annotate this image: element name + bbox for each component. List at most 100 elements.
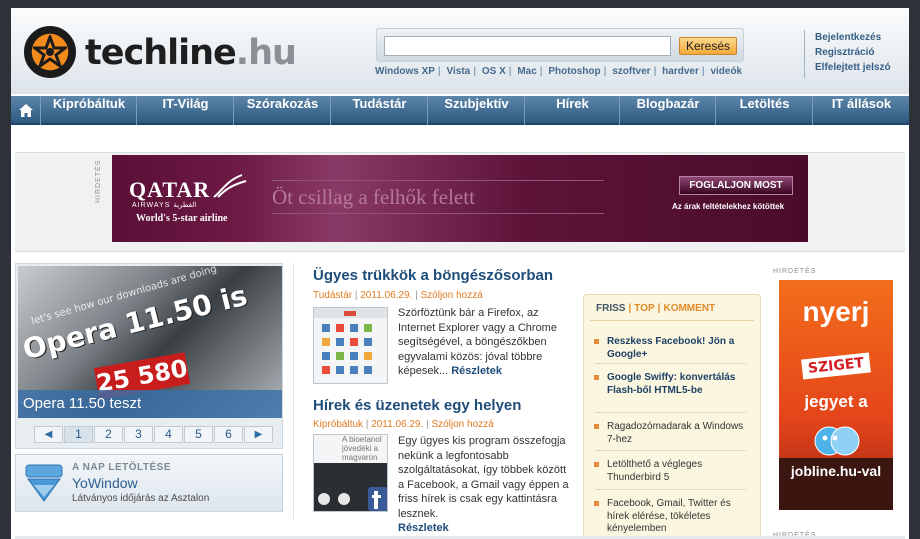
tab-friss[interactable]: FRISS: [596, 303, 625, 314]
sziget-ad-line3: jobline.hu-val: [790, 463, 882, 479]
slider-next-button[interactable]: ▶: [244, 426, 273, 443]
news-separator: [596, 450, 746, 451]
article-category[interactable]: Tudástár: [313, 290, 352, 301]
nav-item-tudastar[interactable]: Tudástár: [332, 96, 428, 125]
nav-item-it-vilag[interactable]: IT-Világ: [138, 96, 234, 125]
home-icon[interactable]: [11, 96, 41, 125]
quick-link-szoftver[interactable]: szoftver: [612, 66, 650, 77]
account-links: Bejelentkezés Regisztráció Elfelejtett j…: [804, 30, 891, 78]
search-box: Keresés: [376, 28, 744, 62]
page: techline.hu Keresés Windows XP | Vista | O…: [11, 8, 909, 539]
search-button[interactable]: Keresés: [679, 37, 737, 55]
quick-link-os-x[interactable]: OS X: [482, 66, 506, 77]
thumbnail-text: A bioetanol jövedéki a magvaron: [342, 435, 382, 462]
separator: |: [508, 66, 512, 77]
tab-top[interactable]: TOP: [634, 303, 654, 314]
nav-item-letoltes[interactable]: Letöltés: [717, 96, 813, 125]
register-link[interactable]: Regisztráció: [815, 45, 891, 60]
qatar-airways-ad[interactable]: QATAR AIRWAYS القطرية World's 5-star air…: [112, 155, 808, 242]
nav-item-szorakozas[interactable]: Szórakozás: [235, 96, 331, 125]
slider-page-3[interactable]: 3: [124, 426, 153, 443]
tabs-divider: [590, 320, 754, 321]
quick-link-windows-xp[interactable]: Windows XP: [375, 66, 435, 77]
slider-page-1[interactable]: 1: [64, 426, 93, 443]
separator: |: [628, 303, 632, 314]
separator: |: [603, 66, 607, 77]
search-input[interactable]: [384, 36, 671, 56]
download-title[interactable]: YoWindow: [72, 475, 138, 491]
download-of-the-day[interactable]: A NAP LETÖLTÉSE YoWindow Látványos időjá…: [15, 454, 283, 512]
slider-page-2[interactable]: 2: [94, 426, 123, 443]
nav-item-kiprobaltuk[interactable]: Kipróbáltuk: [42, 96, 137, 125]
slide-caption-bar: Opera 11.50 teszt: [18, 390, 282, 418]
article-more-link[interactable]: Részletek: [398, 522, 449, 534]
column-divider: [293, 263, 294, 519]
separator: |: [539, 66, 543, 77]
slider-pager: ◀ 1 2 3 4 5 6 ▶: [34, 426, 274, 443]
qatar-logo-sub: AIRWAYS القطرية: [132, 202, 197, 209]
sziget-logo: SZIGET: [801, 352, 871, 380]
news-item[interactable]: Facebook, Gmail, Twitter és hírek elérés…: [594, 498, 744, 536]
main-nav: Kipróbáltuk IT-Világ Szórakozás Tudástár…: [11, 96, 909, 125]
download-subtitle: Látványos időjárás az Asztalon: [72, 493, 210, 504]
separator: |: [657, 303, 661, 314]
qatar-note: Az árak feltételekhez kötöttek: [672, 202, 785, 211]
logo-wordmark[interactable]: techline.hu: [85, 33, 297, 73]
login-link[interactable]: Bejelentkezés: [815, 30, 891, 45]
news-item[interactable]: Reszkess Facebook! Jön a Google+: [594, 336, 744, 361]
article-excerpt: Egy ügyes kis program összefogja nekünk …: [398, 434, 574, 536]
slider-page-5[interactable]: 5: [184, 426, 213, 443]
oryx-logo-icon: [213, 174, 247, 198]
article-title[interactable]: Ügyes trükkök a böngészősorban: [313, 267, 553, 284]
separator: |: [437, 66, 441, 77]
news-item[interactable]: Ragadozómadarak a Windows 7-hez: [594, 421, 744, 446]
separator: |: [473, 66, 477, 77]
quick-link-videok[interactable]: videók: [710, 66, 742, 77]
slider-page-6[interactable]: 6: [214, 426, 243, 443]
sziget-ad-line1: nyerj: [802, 296, 870, 327]
news-separator: [596, 489, 746, 490]
separator: |: [363, 419, 372, 430]
slide-caption[interactable]: Opera 11.50 teszt: [23, 395, 141, 412]
article-thumbnail[interactable]: A bioetanol jövedéki a magvaron: [313, 434, 388, 512]
forgot-password-link[interactable]: Elfelejtett jelszó: [815, 60, 891, 75]
download-arrow-icon: [25, 464, 63, 502]
tab-komment[interactable]: KOMMENT: [663, 303, 715, 314]
article-comment-link[interactable]: Szóljon hozzá: [421, 290, 483, 301]
sziget-ad-line2: jegyet a: [804, 392, 868, 411]
quick-link-vista[interactable]: Vista: [447, 66, 471, 77]
article-more-link[interactable]: Részletek: [451, 365, 502, 377]
nav-item-blogbazar[interactable]: Blogbazár: [621, 96, 716, 125]
article-excerpt-text: Egy ügyes kis program összefogja nekünk …: [398, 435, 569, 520]
sziget-ad[interactable]: nyerj SZIGET jegyet a jobline.hu-val: [779, 280, 893, 510]
qatar-tagline: World's 5-star airline: [136, 213, 228, 224]
quick-link-mac[interactable]: Mac: [517, 66, 536, 77]
nav-item-it-allasok[interactable]: IT állások: [814, 96, 909, 125]
article-meta: Tudástár | 2011.06.29. | Szóljon hozzá: [313, 290, 483, 301]
techline-logo-icon[interactable]: [24, 26, 76, 78]
logo-name: techline: [85, 33, 237, 73]
quick-link-photoshop[interactable]: Photoshop: [548, 66, 600, 77]
news-separator: [596, 412, 746, 413]
slider-page-4[interactable]: 4: [154, 426, 183, 443]
ad-label: HIRDETÉS: [95, 159, 102, 203]
quick-link-hardver[interactable]: hardver: [662, 66, 699, 77]
download-label: A NAP LETÖLTÉSE: [72, 462, 171, 473]
nav-item-szubjektiv[interactable]: Szubjektív: [429, 96, 525, 125]
article-comment-link[interactable]: Szóljon hozzá: [431, 419, 493, 430]
news-item[interactable]: Google Swiffy: konvertálás Flash-ből HTM…: [594, 372, 744, 397]
article-excerpt: Szörföztünk bár a Firefox, az Internet E…: [398, 306, 574, 379]
book-now-button[interactable]: FOGLALJON MOST: [679, 176, 793, 195]
slide-image[interactable]: let's see how our downloads are doing Op…: [18, 266, 282, 418]
featured-slider: let's see how our downloads are doing Op…: [15, 263, 283, 449]
news-separator: [596, 363, 746, 364]
article-thumbnail[interactable]: [313, 307, 388, 384]
browser-screenshot-icon: [314, 308, 387, 374]
article-category[interactable]: Kipróbáltuk: [313, 419, 363, 430]
news-item[interactable]: Letölthető a végleges Thunderbird 5: [594, 459, 744, 484]
jobline-ball-icon: [814, 426, 860, 456]
article-title[interactable]: Hírek és üzenetek egy helyen: [313, 397, 521, 414]
slider-prev-button[interactable]: ◀: [34, 426, 63, 443]
nav-item-hirek[interactable]: Hírek: [526, 96, 620, 125]
qatar-headline: Öt csillag a felhők felett: [272, 180, 604, 214]
